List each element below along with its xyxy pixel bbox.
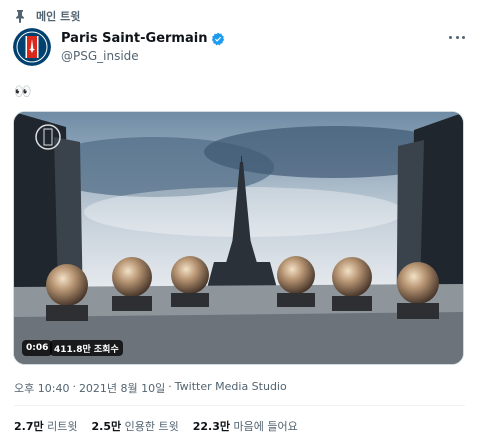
video-view-count: 411.8만 조회수	[50, 340, 123, 356]
video-player[interactable]	[13, 111, 464, 365]
pin-icon	[16, 10, 24, 23]
author-name-row[interactable]: Paris Saint-Germain	[61, 31, 225, 46]
tweet-metadata: 오후 10:40 · 2021년 8월 10일 · Twitter Media …	[14, 380, 287, 396]
tweet-time[interactable]: 오후 10:40	[14, 380, 69, 396]
retweets-stat[interactable]: 2.7만 리트윗	[14, 418, 77, 434]
separator: ·	[168, 380, 172, 393]
pinned-tweet-indicator: 메인 트윗	[14, 7, 80, 25]
separator: ·	[72, 380, 76, 393]
video-duration: 0:06	[22, 340, 53, 356]
tweet-date[interactable]: 2021년 8월 10일	[79, 380, 165, 396]
pinned-label: 메인 트윗	[36, 10, 81, 23]
verified-badge-icon	[212, 32, 225, 45]
divider	[14, 405, 465, 406]
tweet-source: Twitter Media Studio	[174, 380, 287, 393]
tweet-text: 👀	[14, 84, 32, 100]
video-thumbnail	[14, 112, 463, 364]
avatar[interactable]	[13, 28, 51, 66]
quote-tweets-stat[interactable]: 2.5만 인용한 트윗	[91, 418, 178, 434]
author-display-name[interactable]: Paris Saint-Germain	[61, 31, 207, 46]
author-handle[interactable]: @PSG_inside	[61, 49, 139, 63]
engagement-stats: 2.7만 리트윗 2.5만 인용한 트윗 22.3만 마음에 들어요	[14, 418, 298, 434]
psg-logo	[13, 28, 51, 66]
likes-stat[interactable]: 22.3만 마음에 들어요	[193, 418, 298, 434]
more-options-icon[interactable]	[449, 32, 465, 42]
